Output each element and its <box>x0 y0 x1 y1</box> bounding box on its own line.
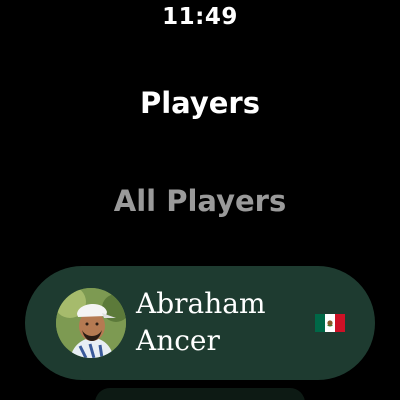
mexico-flag-icon <box>315 314 345 332</box>
page-title: Players <box>139 86 260 120</box>
all-players-button[interactable]: All Players <box>0 184 400 218</box>
player-last-name: Ancer <box>136 324 220 357</box>
player-name: Abraham Ancer <box>136 285 306 359</box>
player-avatar <box>56 288 126 358</box>
watch-screen: 11:49 Players All Players Abraham Ancer <box>0 0 400 400</box>
next-player-card[interactable] <box>95 388 305 400</box>
player-card[interactable]: Abraham Ancer <box>25 266 375 380</box>
player-photo-icon <box>56 288 126 358</box>
player-first-name: Abraham <box>136 287 266 320</box>
status-time: 11:49 <box>162 4 238 30</box>
